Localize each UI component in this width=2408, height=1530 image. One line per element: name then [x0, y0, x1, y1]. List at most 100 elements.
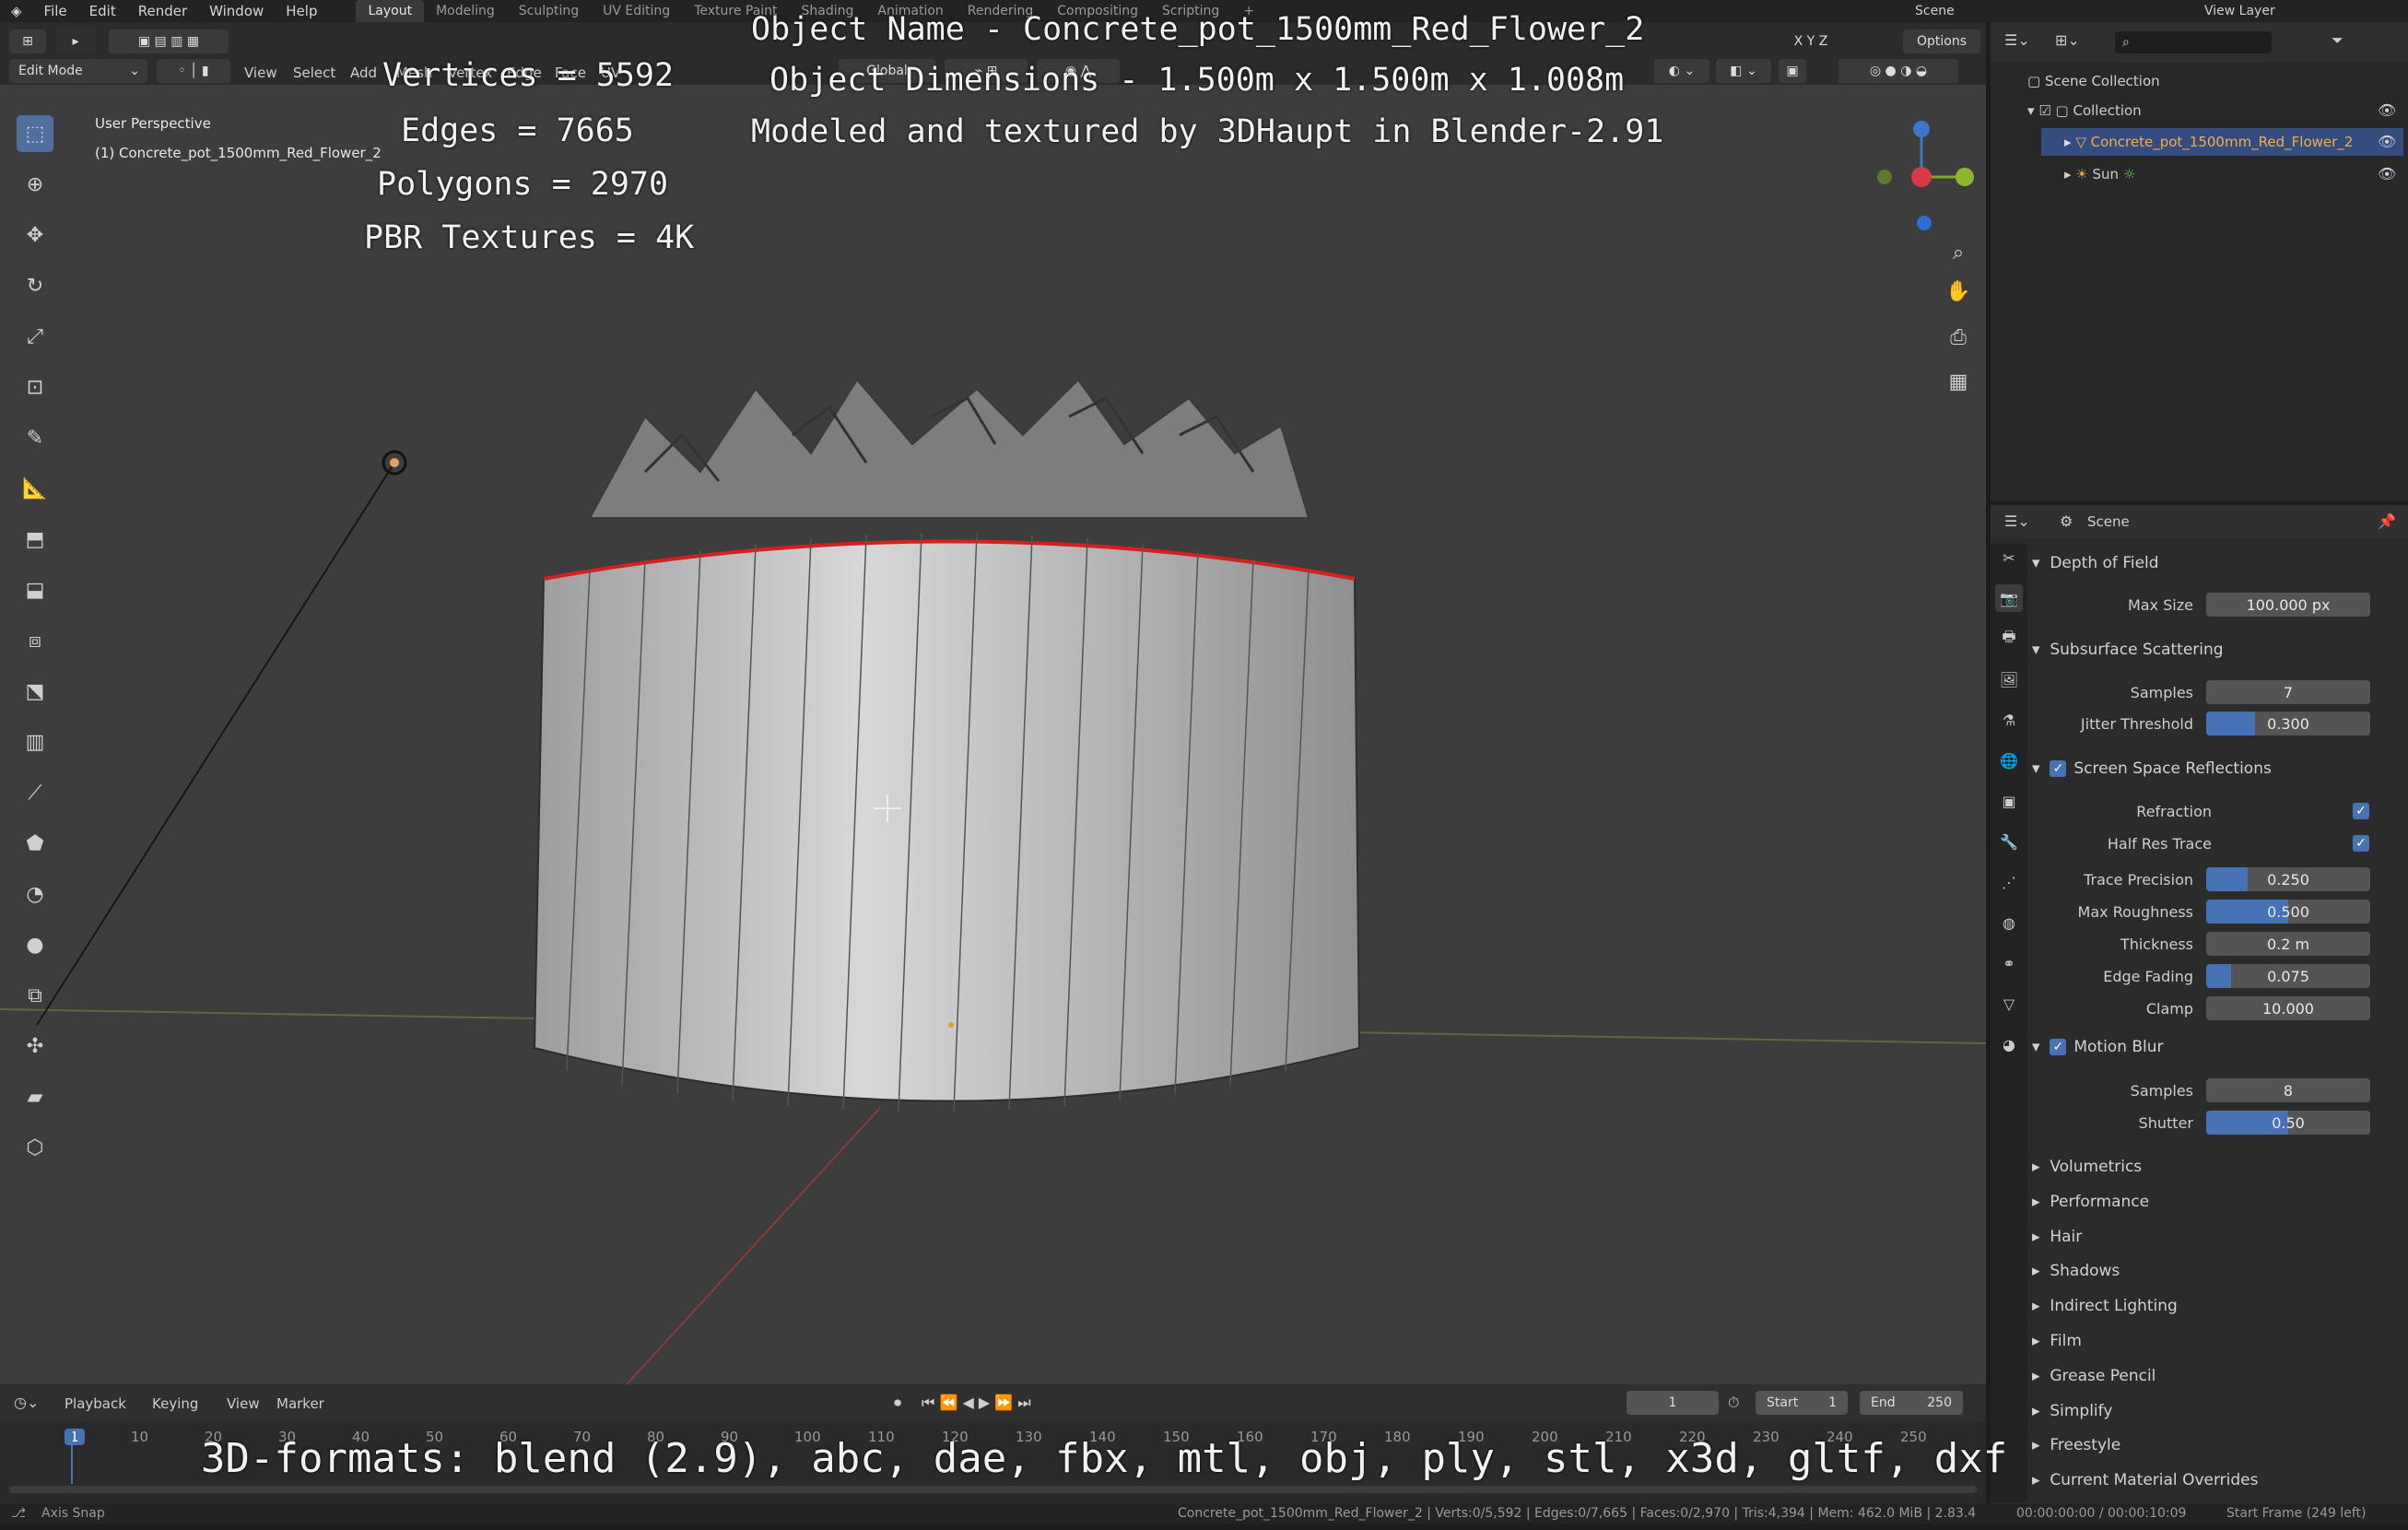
tool-tab-icon[interactable]: ✂ — [1995, 544, 2023, 571]
overlays-toggle[interactable]: ◐ ⌄ — [1654, 59, 1709, 83]
playhead[interactable] — [71, 1429, 73, 1484]
sss-samples-field[interactable]: 7 — [2206, 680, 2370, 704]
end-frame-field[interactable]: End 250 — [1860, 1391, 1963, 1415]
ssr-row-field[interactable]: 0.500 — [2206, 900, 2370, 924]
zoom-icon[interactable]: ⌕ — [1940, 241, 1977, 280]
motion-blur-checkbox[interactable]: ✓ — [2050, 1039, 2067, 1055]
timeline-menu-marker[interactable]: Marker — [276, 1395, 324, 1412]
timeline-menu-keying[interactable]: Keying — [152, 1395, 198, 1412]
select-mode-buttons[interactable]: ▣ ▤ ▥ ▦ — [109, 29, 229, 53]
loop-cut-tool-icon[interactable]: ▥ — [17, 724, 53, 760]
xray-toggle[interactable]: ◧ ⌄ — [1716, 59, 1771, 83]
select-tool-icon[interactable]: ▸ — [55, 29, 96, 53]
section-subsurface-scattering[interactable]: ▾ Subsurface Scattering — [2032, 635, 2224, 665]
collapsed-section[interactable]: ▸ Indirect Lighting — [2032, 1291, 2178, 1321]
outliner-search-input[interactable]: ⌕ — [2115, 31, 2272, 53]
collapsed-section[interactable]: ▸ Grease Pencil — [2032, 1361, 2155, 1391]
collapsed-section[interactable]: ▸ Freestyle — [2032, 1430, 2120, 1460]
mirror-axis-toggle[interactable]: X Y Z — [1769, 29, 1852, 53]
navigation-gizmo[interactable] — [1877, 121, 1974, 230]
outliner-root[interactable]: ▢ Scene Collection — [2027, 73, 2160, 89]
particles-tab-icon[interactable]: ⋰ — [1995, 868, 2023, 896]
menu-window[interactable]: Window — [198, 3, 275, 19]
header-menu-add[interactable]: Add — [350, 65, 377, 81]
shrink-fatten-tool-icon[interactable]: ✣ — [17, 1028, 53, 1065]
motion-blur-samples-field[interactable]: 8 — [2206, 1078, 2370, 1102]
shading-mode-buttons[interactable]: ◎ ● ◑ ◒ — [1838, 59, 1958, 83]
cursor-tool-icon[interactable]: ⊕ — [17, 166, 53, 203]
menu-edit[interactable]: Edit — [78, 3, 127, 19]
outliner-collection[interactable]: ▾ ☑ ▢ Collection — [2027, 102, 2142, 119]
tab-sculpting[interactable]: Sculpting — [507, 0, 591, 22]
header-menu-view[interactable]: View — [244, 65, 277, 81]
sun-lamp-icon[interactable] — [382, 450, 407, 476]
view-layer-tab-icon[interactable]: 🖼 — [1995, 665, 2023, 693]
timeline-menu-view[interactable]: View — [227, 1395, 260, 1412]
knife-tool-icon[interactable]: ⟋ — [17, 774, 53, 811]
scale-tool-icon[interactable]: ⤢ — [17, 318, 53, 355]
collapsed-section[interactable]: ▸ Hair — [2032, 1222, 2082, 1252]
outliner-item-pot[interactable]: ▸ ▽ Concrete_pot_1500mm_Red_Flower_2 — [2041, 128, 2403, 156]
render-tab-icon[interactable]: 📷 — [1995, 584, 2023, 612]
object-tab-icon[interactable]: ▣ — [1995, 787, 2023, 815]
section-motion-blur[interactable]: ▾ ✓ Motion Blur — [2032, 1032, 2164, 1062]
grid-view-icon[interactable]: ▦ — [1940, 371, 1977, 415]
bevel-tool-icon[interactable]: ⬔ — [17, 673, 53, 710]
output-tab-icon[interactable]: 🖶 — [1995, 625, 2023, 653]
editor-type-icon[interactable]: ⊞ — [9, 29, 46, 53]
header-menu-select[interactable]: Select — [293, 65, 335, 81]
collapsed-section[interactable]: ▸ Current Material Overrides — [2032, 1465, 2258, 1495]
filter-scene-icon[interactable]: ⊞⌄ — [2055, 31, 2080, 49]
motion-blur-shutter-field[interactable]: 0.50 — [2206, 1111, 2370, 1135]
ssr-refraction-checkbox[interactable]: ✓ — [2353, 803, 2369, 819]
axis-z[interactable]: Z — [1819, 34, 1828, 49]
ssr-row-field[interactable]: 0.2 m — [2206, 932, 2370, 956]
tab-modeling[interactable]: Modeling — [424, 0, 507, 22]
spin-tool-icon[interactable]: ◔ — [17, 876, 53, 912]
3d-viewport[interactable]: User Perspective (1) Concrete_pot_1500mm… — [0, 85, 1986, 1384]
scene-tab-icon[interactable]: ⚗ — [1995, 706, 2023, 734]
collapsed-section[interactable]: ▸ Volumetrics — [2032, 1152, 2142, 1182]
collapsed-section[interactable]: ▸ Shadows — [2032, 1256, 2120, 1286]
timeline-editor-icon[interactable]: ◷⌄ — [14, 1394, 39, 1411]
shear-tool-icon[interactable]: ▰ — [17, 1078, 53, 1115]
collapsed-section[interactable]: ▸ Film — [2032, 1326, 2082, 1356]
dof-max-size-field[interactable]: 100.000 px — [2206, 593, 2370, 617]
vertex-edge-face-toggle[interactable]: ◦ │ ▮ — [157, 59, 230, 83]
select-box-tool-icon[interactable]: ⬚ — [17, 115, 53, 152]
xray-icon[interactable]: ▣ — [1779, 59, 1806, 83]
ssr-enable-checkbox[interactable]: ✓ — [2050, 760, 2067, 777]
pin-icon[interactable]: 📌 — [2378, 512, 2396, 530]
blender-logo-icon[interactable]: ◈ — [0, 3, 33, 19]
tab-layout[interactable]: Layout — [356, 0, 425, 22]
move-tool-icon[interactable]: ✥ — [17, 217, 53, 253]
ssr-half-res-checkbox[interactable]: ✓ — [2353, 835, 2369, 852]
section-screen-space-reflections[interactable]: ▾ ✓ Screen Space Reflections — [2032, 754, 2272, 783]
poly-build-tool-icon[interactable]: ⬟ — [17, 825, 53, 862]
concrete-pot-mesh[interactable] — [533, 532, 1361, 1112]
section-depth-of-field[interactable]: ▾ Depth of Field — [2032, 548, 2159, 578]
ssr-row-field[interactable]: 0.250 — [2206, 867, 2370, 891]
menu-help[interactable]: Help — [275, 3, 328, 19]
axis-x[interactable]: X — [1794, 34, 1803, 49]
edge-slide-tool-icon[interactable]: ⧉ — [17, 977, 53, 1014]
outliner-item-sun[interactable]: ▸ ☀ Sun ☼ — [2064, 160, 2135, 188]
timeline-scrollbar[interactable] — [9, 1486, 1977, 1493]
measure-tool-icon[interactable]: 📐 — [17, 470, 53, 507]
eye-icon[interactable]: 👁 — [2378, 101, 2396, 119]
filter-funnel-icon[interactable]: ⏷ — [2332, 31, 2343, 50]
annotate-tool-icon[interactable]: ✎ — [17, 419, 53, 456]
collection-checkbox[interactable]: ☑ — [2038, 102, 2050, 119]
constraints-tab-icon[interactable]: ⚭ — [1995, 949, 2023, 977]
timeline-menu-playback[interactable]: Playback — [65, 1395, 126, 1412]
playback-controls[interactable]: ⏮ ⏪ ◀ ▶ ⏩ ⏭ — [922, 1394, 1031, 1412]
transform-tool-icon[interactable]: ⊡ — [17, 369, 53, 406]
smooth-tool-icon[interactable]: ● — [17, 926, 53, 963]
outliner-display-mode-icon[interactable]: ☰⌄ — [2004, 31, 2030, 49]
collapsed-section[interactable]: ▸ Simplify — [2032, 1396, 2112, 1426]
modifier-tab-icon[interactable]: 🔧 — [1995, 828, 2023, 855]
record-button[interactable]: ⏺ — [894, 1394, 901, 1412]
world-tab-icon[interactable]: 🌐 — [1995, 747, 2023, 774]
axis-y[interactable]: Y — [1807, 34, 1815, 49]
material-tab-icon[interactable]: ◕ — [1995, 1030, 2023, 1058]
